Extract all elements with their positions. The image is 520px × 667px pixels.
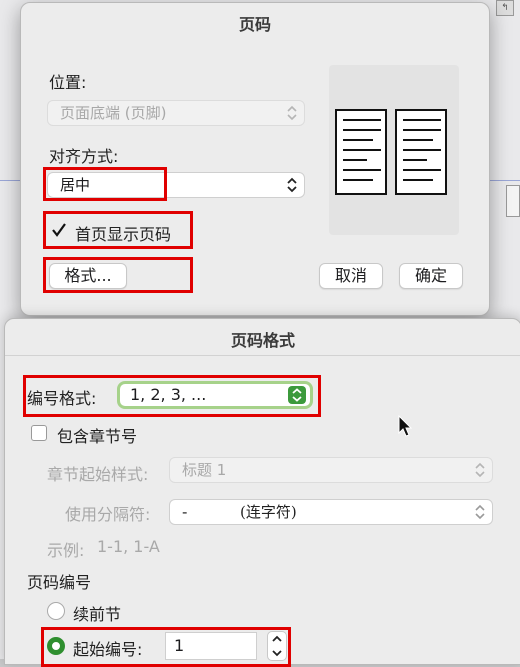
position-select: 页面底端 (页脚) [47,100,305,126]
preview-page-right [395,109,447,195]
example-value: 1-1, 1-A [97,537,160,556]
preview-page-left [335,109,387,195]
scroll-handle[interactable] [506,185,520,217]
chapter-style-value: 标题 1 [182,461,227,479]
numbering-section-label: 页码编号 [27,573,92,592]
highlight-first-page [43,211,193,249]
mouse-pointer-icon [398,415,413,437]
highlight-format [43,257,193,293]
title-divider [5,355,520,356]
up-down-chevron-icon [474,504,486,520]
include-chapter-label: 包含章节号 [57,427,138,446]
position-label: 位置: [49,73,87,92]
page-number-dialog: 页码 位置: 页面底端 (页脚) 对齐方式: 居中 首页显示页码 格式... 取… [20,2,490,316]
dialog-title: 页码 [238,15,271,34]
separator-desc: (连字符) [240,503,297,521]
position-value: 页面底端 (页脚) [60,104,167,122]
highlight-alignment [43,167,167,201]
alignment-label: 对齐方式: [49,147,119,166]
continue-label: 续前节 [73,605,122,624]
up-down-chevron-icon [286,177,298,193]
example-label: 示例: [47,541,85,560]
highlight-start-at [41,627,291,667]
chapter-style-select: 标题 1 [169,457,493,483]
highlight-number-format [23,375,321,417]
continue-radio[interactable] [47,602,65,620]
separator-value: - [182,503,188,521]
include-chapter-checkbox[interactable] [31,425,47,441]
ok-button[interactable]: 确定 [399,263,463,289]
dialog-title: 页码格式 [230,331,295,350]
separator-label: 使用分隔符: [65,505,151,524]
page-number-format-dialog: 页码格式 编号格式: 1, 2, 3, ... 包含章节号 章节起始样式: 标题… [4,318,520,667]
separator-select: - (连字符) [169,499,493,525]
page-preview [329,65,459,235]
up-down-chevron-icon [474,462,486,478]
up-down-chevron-icon [286,105,298,121]
chapter-style-label: 章节起始样式: [47,465,149,484]
ruler-marker-icon: ↰ [496,0,514,16]
cancel-button[interactable]: 取消 [319,263,383,289]
